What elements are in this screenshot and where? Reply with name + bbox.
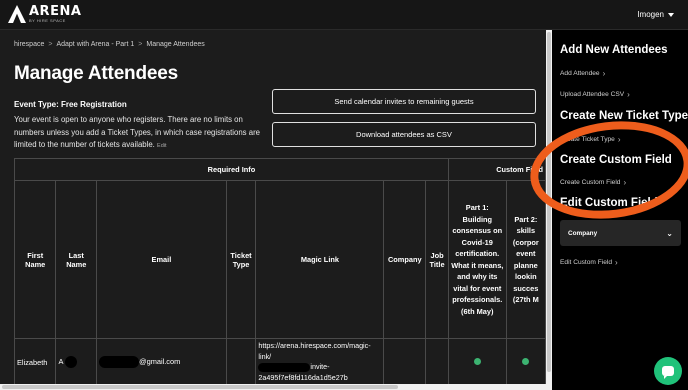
custom-field-heading: Create Custom Field <box>560 154 672 166</box>
chevron-down-icon: ⌄ <box>666 228 673 238</box>
event-description-text: Your event is open to anyone who registe… <box>14 115 261 149</box>
column-header-part-1: Part 1: Building consensus on Covid-19 c… <box>447 180 507 339</box>
add-attendees-heading: Add New Attendees <box>560 44 668 56</box>
column-header-ticket-type: Ticket Type <box>225 180 257 339</box>
attendees-table: Required Info Custom Field First Name La… <box>13 158 546 386</box>
cell-job-title <box>425 338 449 386</box>
redacted-block <box>99 356 140 368</box>
breadcrumb-item-event[interactable]: Adapt with Arena - Part 1 <box>56 41 134 48</box>
main-content: hirespace > Adapt with Arena - Part 1 > … <box>0 30 546 390</box>
ticket-type-heading: Create New Ticket Type <box>560 110 688 122</box>
user-menu[interactable]: Imogen <box>637 10 674 19</box>
column-header-company: Company <box>383 180 427 339</box>
required-info-header: Required Info <box>14 158 449 181</box>
edit-link[interactable]: Edit <box>157 143 166 149</box>
custom-field-select[interactable]: Company ⌄ <box>560 220 681 246</box>
arena-logo-icon <box>8 5 26 23</box>
check-icon <box>473 357 481 365</box>
chevron-right-icon: › <box>615 258 618 267</box>
breadcrumb: hirespace > Adapt with Arena - Part 1 > … <box>14 41 205 48</box>
redacted-block <box>65 356 78 368</box>
add-attendee-link[interactable]: Add Attendee › <box>560 69 605 78</box>
cell-magic-link[interactable]: https://arena.hirespace.com/magic-link/ … <box>255 338 385 386</box>
table-row[interactable]: Elizabeth A @gmail.com https://arena.hir… <box>13 338 546 386</box>
send-calendar-invites-button[interactable]: Send calendar invites to remaining guest… <box>272 89 536 114</box>
upload-csv-link[interactable]: Upload Attendee CSV › <box>560 90 630 99</box>
cell-email: @gmail.com <box>96 338 227 386</box>
download-csv-button[interactable]: Download attendees as CSV <box>272 122 536 147</box>
breadcrumb-separator: > <box>138 41 143 48</box>
chevron-right-icon: › <box>623 178 627 187</box>
column-header-last-name: Last Name <box>55 180 98 339</box>
column-header-email: Email <box>96 180 227 339</box>
chevron-down-icon <box>668 12 674 17</box>
scrollbar-thumb[interactable] <box>547 32 551 372</box>
redacted-block <box>258 362 311 372</box>
event-description: Your event is open to anyone who registe… <box>14 114 272 153</box>
logo-subtitle: BY HIRE SPACE <box>29 18 66 23</box>
arena-logo[interactable]: ARENA BY HIRE SPACE <box>8 5 81 23</box>
chat-bubble-icon <box>662 366 674 379</box>
chevron-right-icon: › <box>627 90 630 99</box>
edit-custom-field-heading: Edit Custom Field <box>560 197 658 209</box>
page-title: Manage Attendees <box>14 63 178 84</box>
column-header-magic-link: Magic Link <box>255 180 385 339</box>
breadcrumb-item-current: Manage Attendees <box>146 41 205 48</box>
scrollbar-thumb[interactable] <box>2 385 398 389</box>
cell-company <box>383 338 427 386</box>
column-header-job-title: Job Title <box>425 180 449 339</box>
column-header-first-name: First Name <box>13 180 57 339</box>
edit-custom-field-link[interactable]: Edit Custom Field › <box>560 258 618 267</box>
user-name: Imogen <box>637 10 664 19</box>
cell-part-2 <box>505 338 546 386</box>
breadcrumb-separator: > <box>48 41 53 48</box>
horizontal-scrollbar[interactable] <box>0 384 546 390</box>
cell-first-name: Elizabeth <box>13 338 57 386</box>
logo-wordmark: ARENA <box>29 4 82 19</box>
create-ticket-type-link[interactable]: Create Ticket Type › <box>560 135 621 144</box>
cell-ticket-type <box>225 338 257 386</box>
chat-button[interactable] <box>654 357 682 385</box>
create-custom-field-link[interactable]: Create Custom Field › <box>560 178 626 187</box>
top-bar: ARENA BY HIRE SPACE Imogen <box>0 0 688 30</box>
select-value: Company <box>568 229 598 237</box>
chevron-right-icon: › <box>602 69 606 78</box>
breadcrumb-item-hirespace[interactable]: hirespace <box>14 41 44 48</box>
sidebar: Add New Attendees Add Attendee › Upload A… <box>552 30 688 390</box>
column-header-part-2: Part 2: skills (corpor event planne look… <box>505 180 546 339</box>
cell-last-name: A <box>55 338 98 386</box>
cell-part-1 <box>447 338 507 386</box>
check-icon <box>522 357 530 365</box>
event-type-label: Event Type: Free Registration <box>14 100 127 109</box>
chevron-right-icon: › <box>617 135 621 144</box>
custom-field-header: Custom Field <box>447 158 546 181</box>
